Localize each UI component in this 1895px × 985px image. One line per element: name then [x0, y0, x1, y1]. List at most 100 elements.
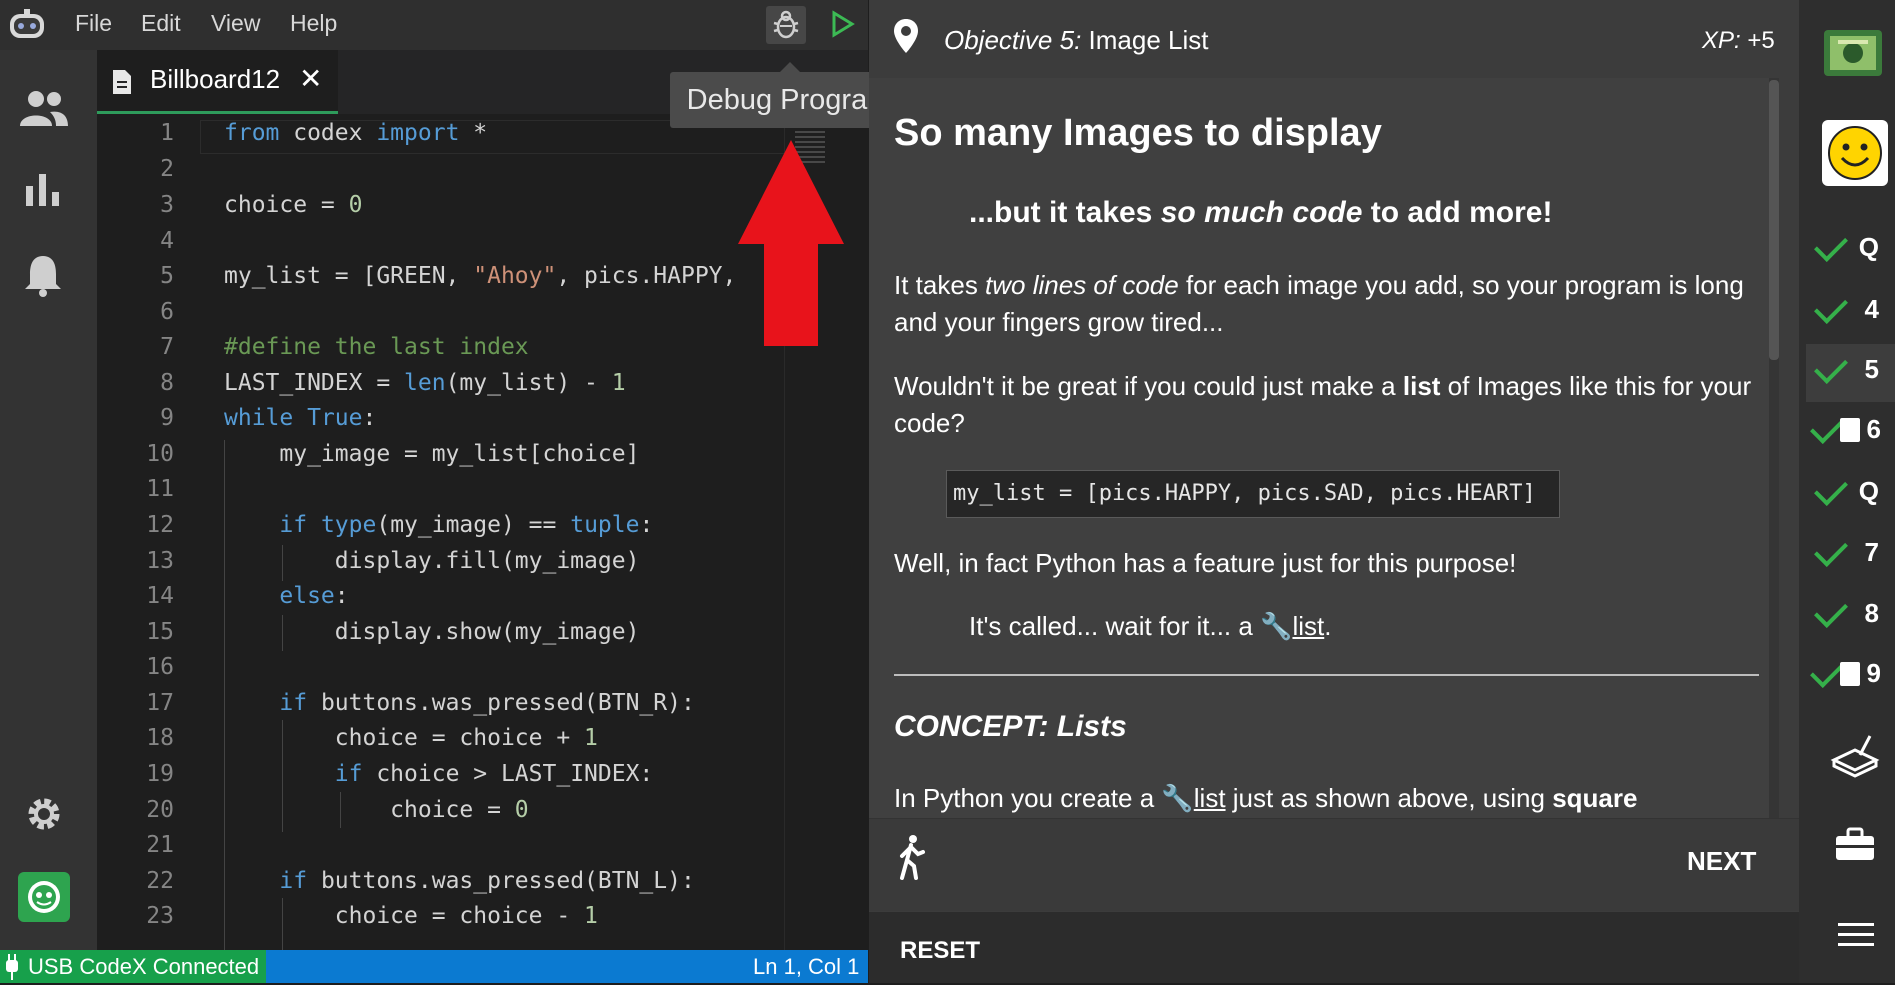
run-button[interactable] [826, 8, 858, 40]
objective-item[interactable]: Q [1806, 466, 1895, 524]
line-number: 16 [146, 654, 174, 680]
connection-status: USB CodeX Connected [28, 954, 260, 979]
code-line: my_list = [GREEN, "Ahoy", pics.HAPPY, [224, 263, 737, 289]
lesson-paragraph: It takes two lines of code for each imag… [894, 270, 1744, 337]
code-line: else: [279, 583, 349, 609]
chart-icon[interactable] [24, 172, 62, 208]
menu-file[interactable]: File [75, 0, 112, 50]
lesson-paragraph: Well, in fact Python has a feature just … [894, 548, 1517, 578]
code-line: if buttons.was_pressed(BTN_L): [279, 868, 695, 894]
menu-help[interactable]: Help [290, 0, 337, 50]
list-link[interactable]: list [1194, 783, 1226, 813]
clipboard-icon [1840, 662, 1860, 686]
objective-item[interactable]: 4 [1806, 284, 1895, 342]
line-number: 1 [160, 120, 174, 146]
line-number: 7 [160, 334, 174, 360]
settings-gear-icon[interactable] [24, 794, 64, 834]
check-icon [1814, 350, 1848, 384]
line-number: 23 [146, 903, 174, 929]
tab-billboard12[interactable]: Billboard12 ✕ [97, 50, 338, 114]
line-number: 4 [160, 228, 174, 254]
code-line: choice = 0 [224, 192, 363, 218]
plug-icon [4, 954, 20, 980]
sandbox-icon[interactable] [1830, 730, 1880, 778]
objective-title: Objective 5: Image List [944, 25, 1209, 55]
code-line: my_image = my_list[choice] [224, 441, 640, 467]
line-number: 12 [146, 512, 174, 538]
line-number: 19 [146, 761, 174, 787]
menu-view[interactable]: View [211, 0, 260, 50]
cursor-position[interactable]: Ln 1, Col 1 [753, 950, 859, 983]
badge-logo-icon[interactable] [1822, 28, 1884, 78]
file-icon [113, 70, 131, 94]
line-number: 8 [160, 370, 174, 396]
red-arrow-icon [738, 140, 844, 346]
code-line: if choice > LAST_INDEX: [334, 761, 654, 787]
location-pin-icon [893, 18, 919, 54]
code-line: if type(my_image) == tuple: [279, 512, 654, 538]
code-sample: my_list = [pics.HAPPY, pics.SAD, pics.HE… [946, 470, 1560, 518]
line-number: 20 [146, 797, 174, 823]
line-number: 6 [160, 299, 174, 325]
check-icon [1810, 654, 1844, 688]
check-icon [1814, 290, 1848, 324]
users-icon[interactable] [16, 88, 70, 128]
bell-icon[interactable] [22, 252, 64, 298]
codex-device-icon[interactable] [18, 872, 70, 922]
line-number: 10 [146, 441, 174, 467]
lesson-content[interactable] [869, 78, 1769, 818]
objective-item[interactable]: 9 [1806, 648, 1895, 706]
line-number: 2 [160, 156, 174, 182]
next-button[interactable]: NEXT [1687, 843, 1756, 880]
objective-item[interactable]: Q [1806, 222, 1895, 280]
close-icon[interactable]: ✕ [299, 62, 322, 95]
lesson-footer [869, 818, 1799, 911]
objective-item[interactable]: 7 [1806, 527, 1895, 585]
lesson-subheading: ...but it takes so much code to add more… [969, 196, 1553, 229]
wrench-icon: 🔧 [1260, 611, 1293, 641]
check-icon [1814, 533, 1848, 567]
line-number: 9 [160, 405, 174, 431]
lesson-scroll-thumb[interactable] [1769, 80, 1779, 360]
check-icon [1814, 472, 1848, 506]
tooltip-pointer [780, 62, 800, 72]
objective-item-current[interactable]: 5 [1806, 344, 1895, 402]
check-icon [1810, 410, 1844, 444]
menu-edit[interactable]: Edit [141, 0, 181, 50]
walking-person-icon[interactable] [896, 834, 926, 880]
code-line: choice = 0 [224, 797, 529, 823]
line-number: 18 [146, 725, 174, 751]
code-line: while True: [224, 405, 377, 431]
code-line: #define the last index [224, 334, 529, 360]
line-number: 21 [146, 832, 174, 858]
line-number: 5 [160, 263, 174, 289]
codex-logo-icon[interactable] [8, 8, 46, 42]
debug-button[interactable] [766, 6, 806, 44]
xp-display: XP: +5 [1702, 27, 1775, 54]
reset-button[interactable]: RESET [900, 932, 980, 969]
bug-icon [773, 10, 799, 39]
lesson-paragraph: Wouldn't it be great if you could just m… [894, 371, 1752, 438]
lesson-paragraph: It's called... wait for it... a 🔧list. [969, 611, 1332, 641]
line-number: 3 [160, 192, 174, 218]
toolbox-icon[interactable] [1834, 826, 1876, 862]
lesson-heading: So many Images to display [894, 112, 1382, 154]
objective-item[interactable]: 6 [1806, 404, 1895, 462]
list-link[interactable]: list [1292, 611, 1324, 641]
objective-item[interactable]: 8 [1806, 588, 1895, 646]
hamburger-menu-icon[interactable] [1838, 922, 1874, 948]
avatar[interactable] [1822, 120, 1888, 186]
concept-title: CONCEPT: Lists [894, 710, 1127, 743]
code-line: choice = choice + 1 [224, 725, 598, 751]
code-line: choice = choice - 1 [224, 903, 598, 929]
menu-bar [0, 0, 868, 50]
tab-label: Billboard12 [150, 64, 281, 94]
line-number: 11 [146, 476, 174, 502]
lesson-paragraph: In Python you create a 🔧list just as sho… [894, 783, 1638, 813]
check-icon [1814, 594, 1848, 628]
clipboard-icon [1840, 418, 1860, 442]
play-icon [832, 10, 855, 38]
line-number: 17 [146, 690, 174, 716]
code-line: if buttons.was_pressed(BTN_R): [279, 690, 695, 716]
wrench-icon: 🔧 [1161, 783, 1194, 813]
